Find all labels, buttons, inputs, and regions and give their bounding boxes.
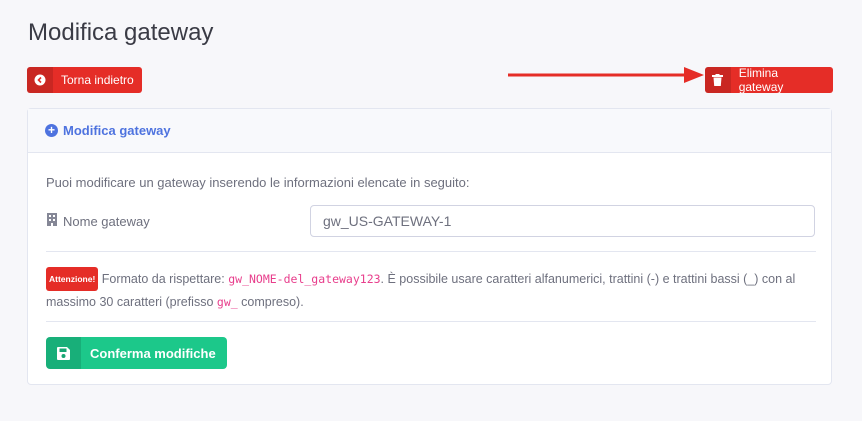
- gateway-name-label: Nome gateway: [46, 213, 150, 229]
- intro-text: Puoi modificare un gateway inserendo le …: [46, 175, 470, 190]
- plus-circle-icon: +: [45, 124, 58, 137]
- back-button[interactable]: Torna indietro: [27, 67, 142, 93]
- field-label-text: Nome gateway: [63, 213, 150, 229]
- card-header-title: Modifica gateway: [63, 123, 171, 138]
- page-title: Modifica gateway: [28, 19, 214, 46]
- warning-badge: Attenzione!: [46, 267, 99, 291]
- trash-icon: [705, 67, 731, 93]
- confirm-button-label: Conferma modifiche: [90, 345, 216, 361]
- format-note: Attenzione! Formato da rispettare: gw_NO…: [46, 267, 816, 313]
- building-icon: [46, 213, 58, 229]
- card-header: + Modifica gateway: [28, 109, 831, 153]
- arrow-left-circle-icon: [27, 67, 53, 93]
- note-text-3: compreso).: [237, 295, 304, 309]
- delete-gateway-label: Elimina gateway: [738, 67, 784, 93]
- delete-gateway-button[interactable]: Elimina gateway: [705, 67, 833, 93]
- gateway-name-input[interactable]: [310, 205, 815, 237]
- red-arrow-annotation: [508, 67, 704, 83]
- divider: [46, 251, 816, 252]
- edit-gateway-card: + Modifica gateway Puoi modificare un ga…: [27, 108, 832, 385]
- note-text-1: Formato da rispettare:: [101, 272, 229, 286]
- prefix-code: gw_: [216, 295, 238, 309]
- confirm-changes-button[interactable]: Conferma modifiche: [46, 337, 227, 369]
- back-button-label: Torna indietro: [61, 73, 134, 87]
- save-icon: [46, 337, 81, 369]
- format-example-code: gw_NOME-del_gateway123: [228, 272, 381, 286]
- divider: [46, 321, 816, 322]
